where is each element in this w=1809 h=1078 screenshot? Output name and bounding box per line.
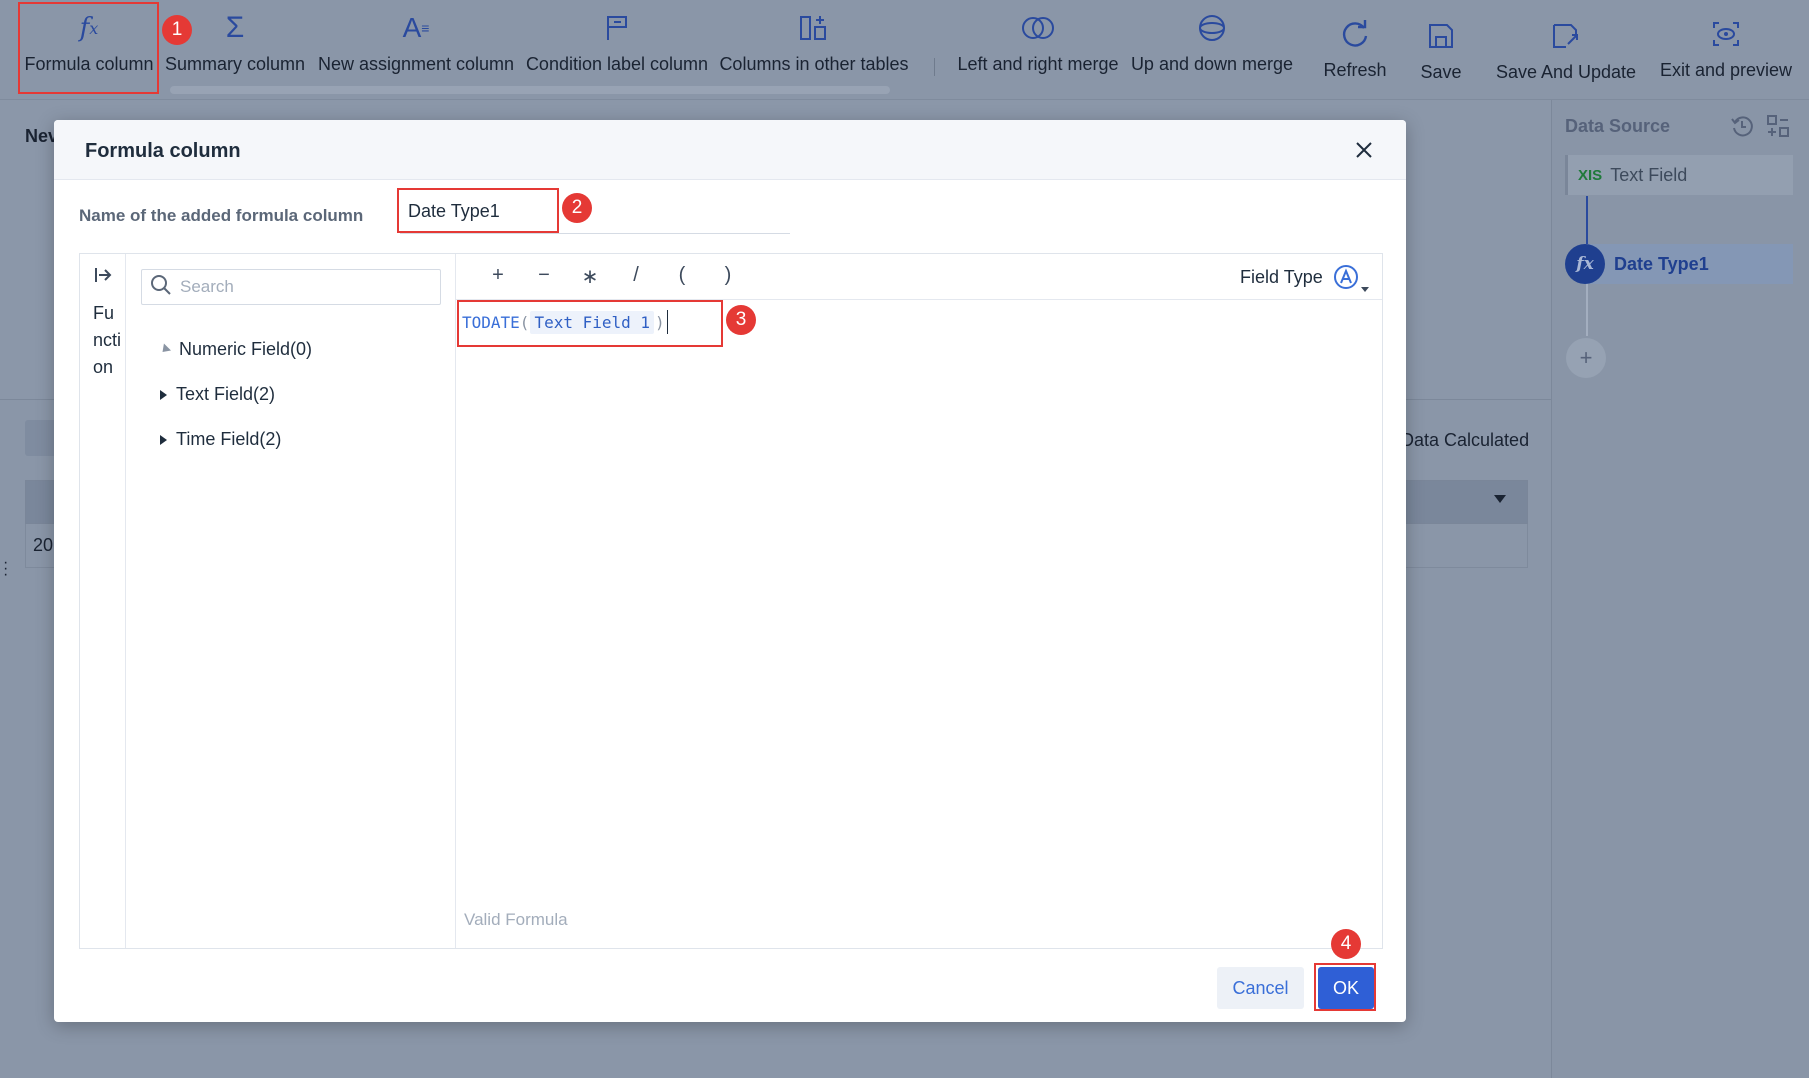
formula-workspace: Function Numeric Field(0) Text Field(2) … — [79, 253, 1383, 949]
dialog-title: Formula column — [85, 140, 241, 162]
formula-field-chip[interactable]: Text Field 1 — [530, 310, 655, 334]
sigma-icon: Σ — [225, 11, 245, 44]
fx-icon: fx — [79, 13, 99, 43]
tree-item-numeric-field[interactable]: Numeric Field(0) — [158, 339, 313, 360]
toolbar-label: Columns in other tables — [719, 54, 909, 74]
up-down-merge-button[interactable]: Up and down merge — [1129, 0, 1295, 100]
tree-item-label: Text Field(2) — [176, 384, 276, 404]
save-icon — [1427, 20, 1455, 52]
history-icon[interactable] — [1730, 114, 1754, 138]
toolbar-scrollbar[interactable] — [170, 86, 890, 94]
divide-operator-button[interactable]: / — [624, 264, 648, 287]
toolbar-label: Up and down merge — [1130, 54, 1294, 74]
save-update-icon — [1551, 20, 1581, 52]
expand-arrow-icon[interactable] — [92, 264, 114, 286]
field-type-label: Field Type — [1240, 267, 1323, 287]
ok-button[interactable]: OK — [1318, 967, 1374, 1009]
dialog-header: Formula column — [54, 120, 1406, 180]
close-icon[interactable] — [1352, 138, 1376, 162]
toolbar-label: Summary column — [164, 54, 306, 74]
toolbar-label: Save And Update — [1495, 62, 1637, 82]
node-label: Text Field — [1610, 164, 1688, 185]
summary-column-button[interactable]: Σ Summary column — [165, 0, 305, 100]
close-paren-button[interactable]: ) — [716, 264, 740, 287]
exit-and-preview-button[interactable]: Exit and preview — [1656, 0, 1796, 100]
search-input[interactable] — [180, 277, 420, 297]
toolbar-label: Exit and preview — [1659, 60, 1793, 80]
operator-bar: + − ∗ / ( ) Field Type — [456, 254, 1382, 300]
expand-triangle-icon — [160, 389, 167, 400]
save-button[interactable]: Save — [1410, 0, 1472, 100]
data-calculated-label: Data Calculated — [1401, 430, 1530, 450]
field-list-panel: Numeric Field(0) Text Field(2) Time Fiel… — [126, 254, 456, 948]
open-paren-button[interactable]: ( — [670, 264, 694, 287]
step-badge: 1 — [162, 15, 192, 45]
cancel-button[interactable]: Cancel — [1217, 967, 1304, 1009]
tree-item-time-field[interactable]: Time Field(2) — [160, 429, 281, 450]
formula-paren: ( — [519, 312, 530, 332]
left-right-merge-button[interactable]: Left and right merge — [955, 0, 1121, 100]
formula-function: TODATE — [462, 312, 520, 332]
node-label: Date Type1 — [1614, 253, 1709, 274]
toolbar-label: Save — [1420, 62, 1462, 82]
function-panel-tab[interactable]: Function — [80, 254, 126, 948]
connector-line — [1586, 196, 1588, 246]
new-assignment-column-button[interactable]: A ≡ New assignment column — [316, 0, 516, 100]
column-name-input[interactable] — [400, 190, 790, 234]
drag-handle-icon[interactable]: · · · — [3, 555, 8, 583]
minus-operator-button[interactable]: − — [532, 264, 556, 287]
condition-label-column-button[interactable]: Condition label column — [525, 0, 709, 100]
connector-line — [1586, 284, 1588, 336]
toolbar-label: Condition label column — [525, 54, 709, 74]
name-label: Name of the added formula column — [79, 206, 364, 225]
refresh-icon — [1340, 18, 1370, 50]
excel-icon: XIS — [1578, 166, 1603, 184]
multiply-operator-button[interactable]: ∗ — [578, 264, 602, 289]
text-cursor — [666, 310, 668, 334]
source-node-text-field[interactable]: XIS Text Field — [1565, 155, 1793, 195]
formula-column-button[interactable]: fx Formula column — [24, 0, 154, 100]
formula-editor: + − ∗ / ( ) Field Type TODATE(Text Field… — [456, 254, 1382, 948]
toolbar-label: New assignment column — [317, 54, 515, 74]
assign-text-icon: A ≡ — [402, 12, 430, 43]
formula-input[interactable]: TODATE(Text Field 1) — [462, 309, 668, 335]
fx-icon: fx — [1565, 244, 1605, 284]
step-badge: 4 — [1331, 929, 1361, 959]
collapse-triangle-icon — [158, 343, 172, 356]
search-box[interactable] — [141, 269, 441, 305]
expand-triangle-icon — [160, 434, 167, 445]
toolbar-label: Left and right merge — [957, 54, 1119, 74]
tree-item-label: Numeric Field(0) — [179, 339, 313, 359]
columns-in-other-tables-button[interactable]: Columns in other tables — [718, 0, 910, 100]
text-type-icon[interactable] — [1333, 264, 1359, 290]
preview-eye-icon — [1711, 18, 1741, 50]
table-cell: 20 — [33, 535, 54, 555]
data-source-title: Data Source — [1565, 116, 1671, 136]
plus-operator-button[interactable]: + — [486, 264, 510, 287]
add-column-icon — [799, 12, 829, 44]
tree-item-text-field[interactable]: Text Field(2) — [160, 384, 275, 405]
field-type-dropdown-icon[interactable] — [1361, 287, 1369, 292]
column-dropdown-icon[interactable] — [1494, 495, 1506, 503]
formula-column-dialog: Formula column Name of the added formula… — [54, 120, 1406, 1022]
formula-node-date-type1[interactable]: fx Date Type1 — [1565, 244, 1793, 284]
stack-circle-icon — [1197, 12, 1227, 44]
step-badge: 2 — [562, 193, 592, 223]
formula-paren: ) — [655, 312, 665, 332]
step-badge: 3 — [726, 305, 756, 335]
add-node-button[interactable]: + — [1566, 338, 1606, 378]
toolbar-label: Refresh — [1323, 60, 1387, 80]
search-icon — [150, 274, 172, 301]
function-tab-label: Function — [93, 303, 122, 377]
flag-icon — [604, 12, 630, 44]
toolbar-label: Formula column — [24, 54, 154, 74]
toolbar-divider — [934, 58, 935, 76]
tree-item-label: Time Field(2) — [176, 429, 282, 449]
refresh-button[interactable]: Refresh — [1314, 0, 1396, 100]
save-and-update-button[interactable]: Save And Update — [1488, 0, 1644, 100]
formula-status: Valid Formula — [464, 910, 568, 929]
layout-icon[interactable] — [1766, 114, 1790, 138]
venn-icon — [1021, 12, 1055, 44]
toolbar: fx Formula column Σ Summary column A ≡ Ne… — [0, 0, 1809, 100]
